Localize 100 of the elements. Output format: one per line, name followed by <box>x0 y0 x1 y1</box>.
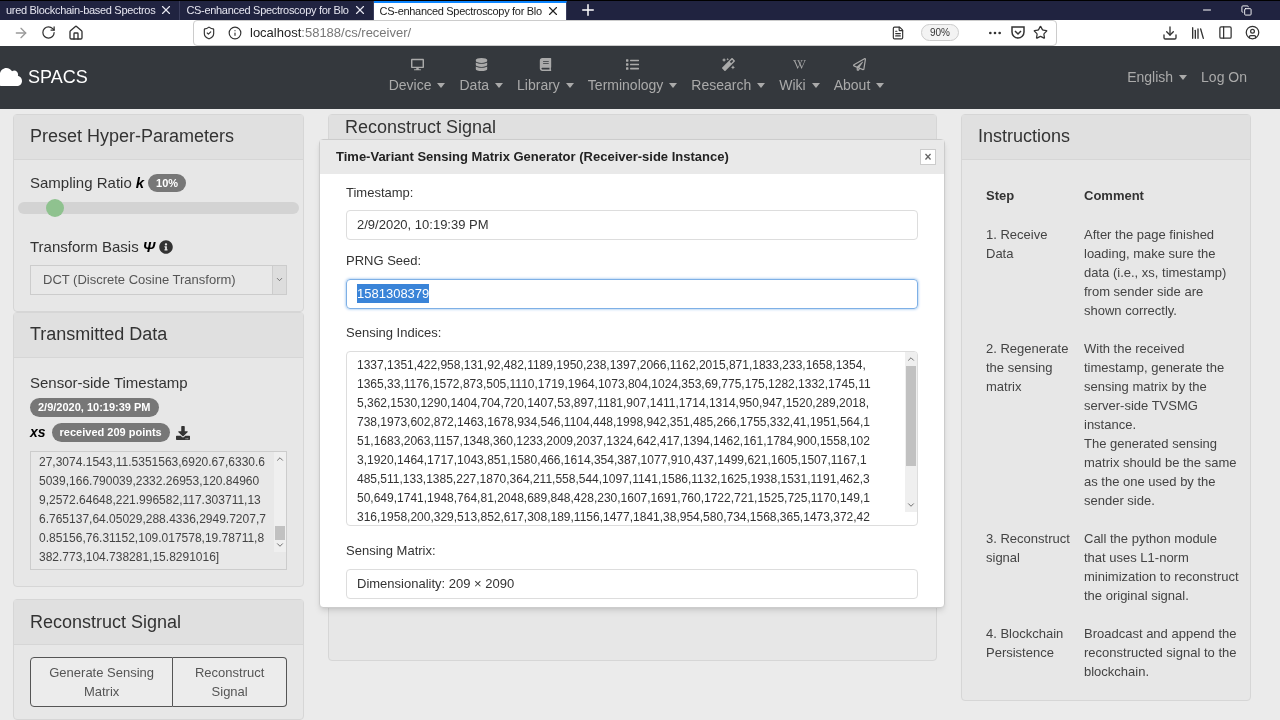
tab-title: ured Blockchain-based Spectros <box>6 3 156 18</box>
nav-menu[interactable]: Wiki <box>779 58 820 96</box>
card-title: Reconstruct Signal <box>30 610 182 634</box>
action-button[interactable]: Reconstruct Signal <box>173 657 287 707</box>
data-text-line: 9,2572.64648,221.996582,117.303711,13 <box>39 492 262 509</box>
pocket-icon[interactable] <box>1011 26 1025 39</box>
caret-icon <box>669 83 678 88</box>
timestamp-field[interactable]: 2/9/2020, 10:19:39 PM <box>346 210 918 240</box>
data-text-line: 6.765137,64.05029,288.4336,2949.7207,7 <box>39 511 267 528</box>
indices-textarea[interactable] <box>346 351 918 526</box>
caret-icon <box>495 83 504 88</box>
caret-icon <box>1179 74 1188 80</box>
home-icon[interactable] <box>68 24 84 41</box>
scroll-down-icon[interactable] <box>906 500 916 510</box>
xs-textarea[interactable] <box>30 451 287 570</box>
field-label: Transform Basis <box>30 237 139 257</box>
restore-icon[interactable] <box>1241 4 1252 16</box>
card-title: Reconstruct Signal <box>345 116 497 137</box>
url-text: localhost:58188/cs/receiver/ <box>250 23 412 42</box>
nav-menu[interactable]: About <box>833 58 885 96</box>
browser-tab[interactable]: CS-enhanced Spectroscopy for Blo <box>180 1 374 20</box>
sidebar-icon[interactable] <box>1218 25 1233 40</box>
data-text-line: 51,1683,2063,1157,1348,360,1233,2009,2037,1324,642,417,1394,1462,161,1784,900,1558,102 <box>357 433 871 450</box>
comment-text: Call the python module that uses L1-norm minimization to reconstruct the original signal. <box>1084 529 1240 605</box>
basis-select[interactable]: DCT (Discrete Cosine Transform) <box>30 264 287 295</box>
action-button[interactable]: Generate Sensing Matrix <box>30 657 174 707</box>
download-icon[interactable] <box>175 425 190 440</box>
scrollbar-thumb[interactable] <box>906 366 916 466</box>
card-title: Instructions <box>978 125 1071 148</box>
browser-tab[interactable]: ured Blockchain-based Spectros <box>0 1 181 20</box>
nav-menu[interactable]: Data <box>459 58 504 96</box>
info-icon[interactable] <box>159 240 174 255</box>
reader-view-icon[interactable] <box>891 25 905 40</box>
comment-text: With the received timestamp, generate the sensing matrix by the server-side TVSMG instance. <box>1084 339 1226 434</box>
points-badge: received 209 points <box>51 423 170 442</box>
tab-title: CS-enhanced Spectroscopy for Blo <box>186 3 349 18</box>
download-icon[interactable] <box>1162 24 1178 41</box>
info-icon[interactable] <box>228 25 242 40</box>
language-menu[interactable]: English <box>1127 66 1188 88</box>
field-label: Sampling Ratio <box>30 172 132 193</box>
slider-thumb[interactable] <box>46 199 65 217</box>
brand-logo[interactable]: SPACS <box>28 63 88 91</box>
nav-menu[interactable]: Device <box>388 58 446 96</box>
menu-icon <box>538 58 552 71</box>
step-cell-text: 2. Regenerate the sensing matrix <box>986 339 1070 396</box>
caret-icon <box>811 83 820 88</box>
caret-icon <box>757 83 766 88</box>
data-text-line: 27,3074.1543,11.5351563,6920.67,6330.6 <box>39 454 266 471</box>
step-cell-text: 3. Reconstruct signal <box>986 529 1071 567</box>
scrollbar[interactable] <box>905 352 917 512</box>
menu-icon <box>410 58 424 71</box>
star-icon[interactable] <box>1033 25 1048 40</box>
scroll-down-icon[interactable] <box>275 540 285 550</box>
menu-icon <box>474 58 488 71</box>
symbol-label: k <box>135 172 145 193</box>
timestamp-badge: 2/9/2020, 10:19:39 PM <box>30 398 159 417</box>
data-text-line: 316,1958,200,329,513,852,617,308,189,1156,1477,1841,38,954,580,734,1568,365,1473,372,42 <box>357 509 871 525</box>
step-cell-text: 4. Blockchain Persistence <box>986 624 1065 662</box>
comment-text: The generated sensing matrix should be the same as the one used by the sender side. <box>1084 434 1238 510</box>
slider-track[interactable] <box>18 202 299 214</box>
library-icon[interactable] <box>1190 24 1206 41</box>
field-label: Sensor-side Timestamp <box>30 372 189 393</box>
scroll-up-icon[interactable] <box>906 354 916 364</box>
field-label: Sensing Matrix: <box>346 542 437 560</box>
menu-icon <box>852 58 866 71</box>
data-text-line: 5,362,1530,1290,1404,704,720,1407,53,897,1181,907,1411,1714,1314,950,947,1520,289,2018, <box>357 395 871 412</box>
data-text-line: 1337,1351,422,958,131,92,482,1189,1950,238,1397,2066,1162,2015,871,1833,233,1658,1354, <box>357 357 867 374</box>
ratio-badge: 10% <box>148 173 187 192</box>
modal-title: Time-Variant Sensing Matrix Generator (Receiver-side Instance) <box>336 147 730 166</box>
address-bar[interactable]: localhost:58188/cs/receiver/ 90% <box>193 19 1057 46</box>
chevron-icon <box>275 275 284 284</box>
symbol-label: xs <box>30 423 46 442</box>
data-text-line: 0.85156,76.31152,109.017578,19.78711,8 <box>39 530 266 547</box>
nav-menu[interactable]: Research <box>691 58 766 96</box>
data-text-line: 3,1920,1464,1717,1043,851,1580,466,1614,354,387,1077,910,437,1499,621,1605,1507,1167,1 <box>357 452 868 469</box>
seed-field[interactable]: 1581308379 <box>346 278 918 309</box>
field-label: Timestamp: <box>346 183 415 202</box>
comment-text: Broadcast and append the reconstructed signal to the blockchain. <box>1084 624 1238 681</box>
menu-icon <box>626 58 640 71</box>
browser-tab[interactable]: CS-enhanced Spectroscopy for Blo <box>373 1 567 20</box>
login-link[interactable]: Log On <box>1201 66 1247 88</box>
scrollbar-thumb[interactable] <box>275 526 285 540</box>
data-text-line: 50,649,1741,1948,764,81,2048,689,848,428,230,1607,1691,760,1722,721,1525,725,1170,149,1 <box>357 490 871 507</box>
zoom-badge[interactable]: 90% <box>921 24 959 41</box>
shield-icon <box>202 25 216 40</box>
scrollbar[interactable] <box>274 452 286 552</box>
nav-menu[interactable]: Terminology <box>587 58 678 96</box>
field-label: Sensing Indices: <box>346 323 443 342</box>
card-title: Transmitted Data <box>30 323 168 346</box>
caret-icon <box>437 83 446 88</box>
scroll-up-icon[interactable] <box>275 454 285 464</box>
nav-menu[interactable]: Library <box>517 58 574 96</box>
reload-icon[interactable] <box>41 25 56 40</box>
data-text-line: 5039,166.790039,2332.26953,120.84960 <box>39 473 261 490</box>
data-text-line: 1365,33,1176,1572,873,505,1110,1719,1964,1073,804,1024,353,69,775,175,1282,1332,1745,11 <box>357 376 872 393</box>
caret-icon <box>876 83 885 88</box>
caret-icon <box>565 83 574 88</box>
account-icon[interactable] <box>1245 25 1260 40</box>
close-button[interactable]: × <box>920 148 936 165</box>
matrix-field[interactable]: Dimensionality: 209 × 2090 <box>346 568 918 599</box>
